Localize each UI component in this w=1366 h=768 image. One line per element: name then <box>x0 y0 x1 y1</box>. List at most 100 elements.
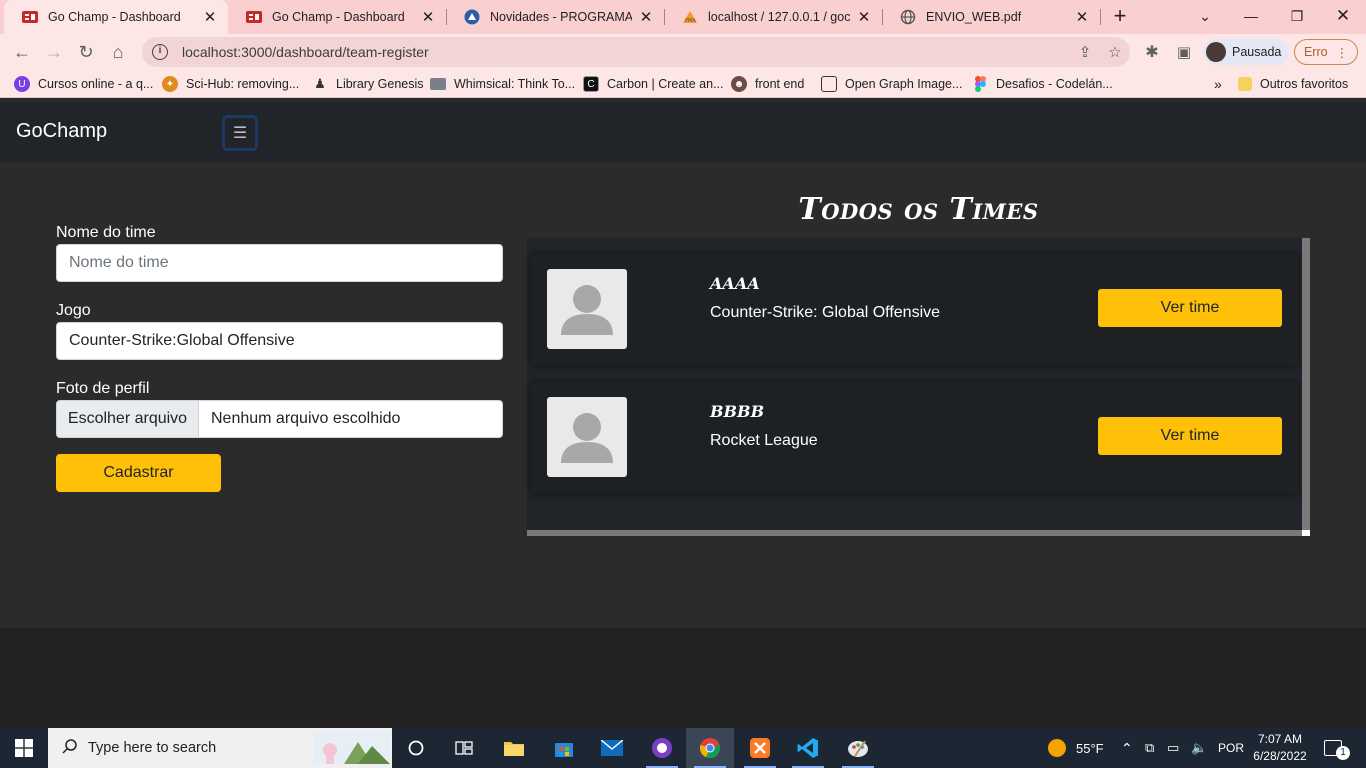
bookmark-label: Outros favoritos <box>1260 77 1349 91</box>
browser-tab[interactable]: Novidades - PROGRAMAÇÃO ✕ <box>446 0 664 34</box>
team-game: Counter-Strike: Global Offensive <box>710 304 941 321</box>
home-icon[interactable]: ⌂ <box>104 38 132 66</box>
sun-icon <box>1048 739 1066 757</box>
rocketseat-favicon-icon <box>464 9 480 25</box>
teams-heading: Todos os Times <box>798 192 1039 227</box>
profile-photo-file-input[interactable]: Escolher arquivo Nenhum arquivo escolhid… <box>56 400 503 438</box>
vscode-icon[interactable] <box>784 728 832 768</box>
close-tab-icon[interactable]: ✕ <box>1074 8 1090 26</box>
register-button[interactable]: Cadastrar <box>56 454 221 492</box>
menu-hamburger-icon[interactable]: ☰ <box>222 115 258 151</box>
new-tab-plus-icon[interactable]: + <box>1108 4 1132 28</box>
view-team-button[interactable]: Ver time <box>1098 417 1282 455</box>
brand-logo[interactable]: GoChamp <box>16 120 107 143</box>
tab-title: localhost / 127.0.0.1 / gochamp <box>708 10 850 24</box>
more-bookmarks-chevron-icon[interactable]: » <box>1214 70 1222 98</box>
bookmark-label: Desafios - Codelán... <box>996 77 1113 91</box>
bookmark-item-other[interactable]: Outros favoritos <box>1238 70 1348 98</box>
chrome-icon[interactable] <box>686 728 734 768</box>
windows-start-icon[interactable] <box>0 728 48 768</box>
teams-list: AAAA Counter-Strike: Global Offensive Ve… <box>527 238 1310 536</box>
browser-tab[interactable]: ENVIO_WEB.pdf ✕ <box>882 0 1100 34</box>
close-tab-icon[interactable]: ✕ <box>856 8 872 26</box>
tab-title: Go Champ - Dashboard <box>48 10 181 24</box>
microsoft-store-icon[interactable] <box>540 728 588 768</box>
team-avatar-placeholder-icon <box>547 397 627 477</box>
paint-palette-icon[interactable] <box>834 728 882 768</box>
close-tab-icon[interactable]: ✕ <box>202 8 218 26</box>
browser-tab-strip: Go Champ - Dashboard ✕ Go Champ - Dashbo… <box>0 0 1366 34</box>
avatar <box>1206 42 1226 62</box>
close-tab-icon[interactable]: ✕ <box>420 8 436 26</box>
bookmark-item[interactable]: ☻ front end <box>731 70 804 98</box>
mail-icon[interactable] <box>588 728 636 768</box>
taskbar-search[interactable]: Type here to search <box>48 728 392 768</box>
team-name-label: Nome do time <box>56 224 156 241</box>
libgen-figure-icon: ♟ <box>314 76 326 91</box>
update-error-button[interactable]: Erro ⋮ <box>1294 39 1358 65</box>
game-label: Jogo <box>56 302 91 319</box>
site-info-icon[interactable]: i <box>152 44 168 60</box>
more-vert-icon: ⋮ <box>1335 45 1349 60</box>
close-tab-icon[interactable]: ✕ <box>638 8 654 26</box>
notification-center-icon[interactable]: 1 <box>1324 728 1350 768</box>
gochamp-favicon-icon <box>22 9 38 25</box>
bookmark-item[interactable]: U Cursos online - a q... <box>14 70 153 98</box>
bookmark-label: front end <box>755 77 805 91</box>
team-avatar-placeholder-icon <box>547 269 627 349</box>
tab-search-chevron-icon[interactable]: ⌄ <box>1182 0 1228 32</box>
horizontal-scrollbar[interactable] <box>527 530 1302 536</box>
windows-taskbar: Type here to search 55°F ⌃ ⧉ ▭ 🔈 POR 7:0… <box>0 728 1366 768</box>
weather-widget[interactable]: 55°F <box>1048 728 1104 768</box>
meet-now-icon[interactable]: ⧉ <box>1145 728 1154 768</box>
back-arrow-icon[interactable]: ← <box>8 38 36 66</box>
task-view-icon[interactable] <box>440 728 488 768</box>
close-window-icon[interactable]: ✕ <box>1320 0 1366 32</box>
clock-date: 6/28/2022 <box>1253 749 1307 763</box>
input-language[interactable]: POR <box>1218 728 1244 768</box>
vertical-scrollbar[interactable] <box>1302 238 1310 530</box>
browser-tab[interactable]: PMA localhost / 127.0.0.1 / gochamp ✕ <box>664 0 882 34</box>
restore-icon[interactable]: ❐ <box>1274 0 1320 32</box>
team-name: AAAA <box>710 274 760 293</box>
team-name-input[interactable] <box>56 244 503 282</box>
bookmark-label: Whimsical: Think To... <box>454 77 576 91</box>
bookmark-item[interactable]: Open Graph Image... <box>821 70 962 98</box>
github-desktop-icon[interactable] <box>638 728 686 768</box>
tab-divider <box>1100 9 1101 25</box>
profile-button[interactable]: Pausada <box>1203 39 1289 65</box>
cortana-circle-icon[interactable] <box>392 728 440 768</box>
browser-tab[interactable]: Go Champ - Dashboard ✕ <box>228 0 446 34</box>
profile-label: Pausada <box>1232 45 1282 59</box>
reload-icon[interactable]: ↻ <box>72 38 100 66</box>
folder-icon <box>1238 77 1252 91</box>
share-icon[interactable]: ⇪ <box>1070 43 1100 61</box>
show-hidden-icons-chevron-icon[interactable]: ⌃ <box>1121 728 1133 768</box>
bookmark-star-icon[interactable]: ☆ <box>1100 43 1130 61</box>
view-team-button[interactable]: Ver time <box>1098 289 1282 327</box>
bookmark-item[interactable]: ✦ Sci-Hub: removing... <box>162 70 299 98</box>
forward-arrow-icon[interactable]: → <box>40 38 68 66</box>
network-icon[interactable]: ▭ <box>1167 728 1179 768</box>
volume-icon[interactable]: 🔈 <box>1191 728 1207 768</box>
bookmark-item[interactable]: Whimsical: Think To... <box>430 70 575 98</box>
scrollbar-corner <box>1302 530 1310 536</box>
url-text[interactable]: localhost:3000/dashboard/team-register <box>182 44 1070 60</box>
bookmark-item[interactable]: ♟ Library Genesis <box>312 70 424 98</box>
extensions-puzzle-icon[interactable]: ✱ <box>1138 38 1166 66</box>
xampp-icon[interactable] <box>736 728 784 768</box>
file-explorer-icon[interactable] <box>490 728 538 768</box>
side-panel-icon[interactable]: ▣ <box>1170 38 1198 66</box>
system-clock[interactable]: 7:07 AM 6/28/2022 <box>1246 731 1314 765</box>
browser-tab-active[interactable]: Go Champ - Dashboard ✕ <box>4 0 228 34</box>
bookmark-item[interactable]: Desafios - Codelán... <box>972 70 1113 98</box>
monkey-face-icon: ☻ <box>731 76 747 92</box>
weather-temp: 55°F <box>1076 740 1104 756</box>
game-input[interactable] <box>56 322 503 360</box>
team-name: BBBB <box>710 402 765 421</box>
bookmark-item[interactable]: C Carbon | Create an... <box>583 70 724 98</box>
address-bar[interactable]: i localhost:3000/dashboard/team-register… <box>142 37 1130 67</box>
choose-file-button[interactable]: Escolher arquivo <box>57 401 199 437</box>
bookmark-label: Library Genesis <box>336 77 424 91</box>
minimize-icon[interactable]: — <box>1228 0 1274 32</box>
